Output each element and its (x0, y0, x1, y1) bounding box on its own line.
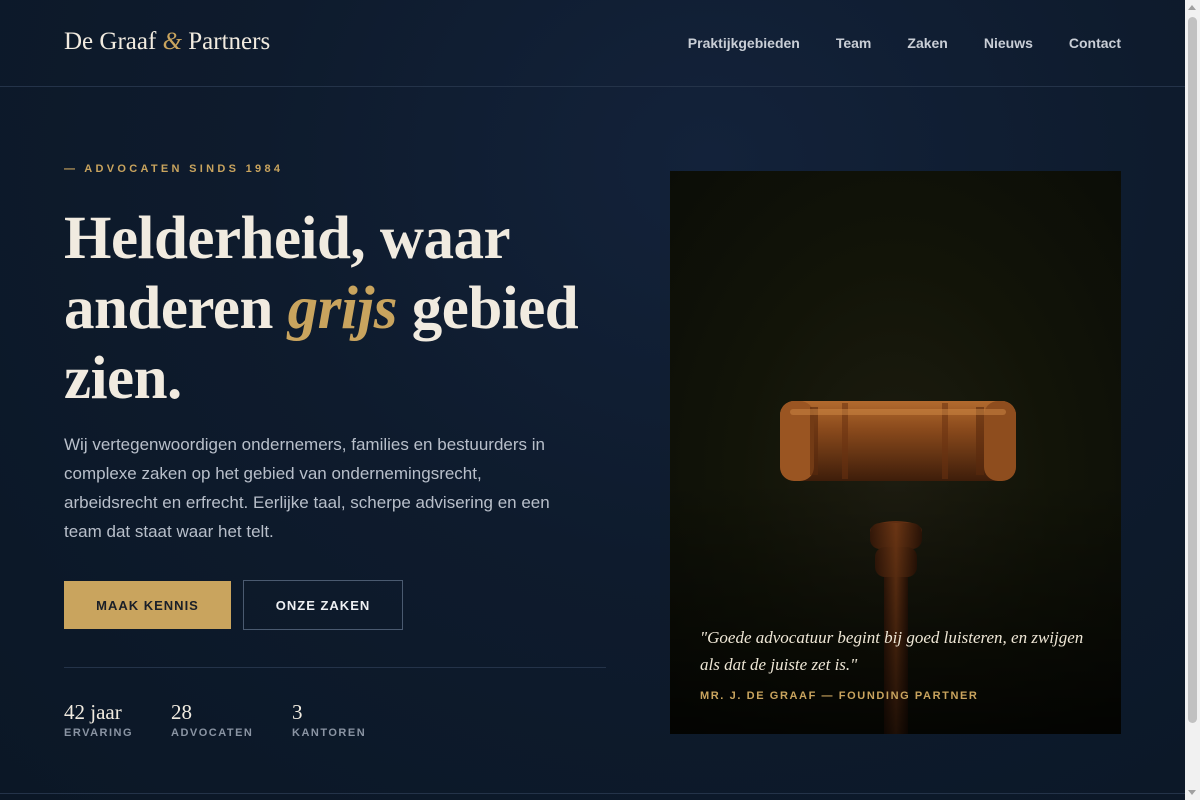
nav-contact[interactable]: Contact (1069, 35, 1121, 51)
logo-name-part1: De Graaf (64, 28, 163, 55)
stat-value: 42 jaar (64, 700, 122, 724)
nav-zaken[interactable]: Zaken (907, 35, 947, 51)
headline-line2-after: gebied (397, 275, 579, 342)
stat-value: 3 (292, 700, 303, 724)
vertical-scrollbar[interactable] (1185, 0, 1200, 800)
stat-ervaring: 42 jaar ERVARING (64, 700, 133, 739)
section-divider (0, 793, 1185, 794)
main-nav: Praktijkgebieden Team Zaken Nieuws Conta… (688, 35, 1121, 51)
scroll-down-icon[interactable] (1188, 790, 1196, 795)
nav-team[interactable]: Team (836, 35, 872, 51)
headline-line3: zien. (64, 345, 182, 412)
logo-ampersand: & (162, 28, 183, 55)
stat-kantoren: 3 KANTOREN (292, 700, 366, 739)
stat-label: ADVOCATEN (171, 727, 254, 739)
headline-line2-before: anderen (64, 275, 288, 342)
stats-divider (64, 667, 606, 668)
onze-zaken-button[interactable]: ONZE ZAKEN (243, 580, 403, 630)
stat-advocaten: 28 ADVOCATEN (171, 700, 253, 739)
logo[interactable]: De Graaf & Partners (64, 28, 270, 56)
stat-value: 28 (171, 700, 192, 724)
quote-author: MR. J. DE GRAAF — FOUNDING PARTNER (700, 690, 979, 702)
hero-lead: Wij vertegenwoordigen ondernemers, famil… (64, 435, 550, 541)
feature-quote: "Goede advocatuur begint bij goed luiste… (700, 628, 1084, 674)
headline-accent: grijs (287, 275, 398, 342)
nav-nieuws[interactable]: Nieuws (984, 35, 1033, 51)
nav-praktijkgebieden[interactable]: Praktijkgebieden (688, 35, 800, 51)
scroll-up-icon[interactable] (1188, 5, 1196, 10)
page: De Graaf & Partners Praktijkgebieden Tea… (0, 0, 1185, 800)
site-header: De Graaf & Partners Praktijkgebieden Tea… (0, 0, 1185, 87)
hero-headline: Helderheid, waar anderen grijs gebied zi… (64, 204, 624, 414)
stat-label: ERVARING (64, 727, 134, 739)
headline-line1: Helderheid, waar (64, 205, 511, 272)
hero-eyebrow: — ADVOCATEN SINDS 1984 (64, 163, 284, 175)
maak-kennis-button[interactable]: MAAK KENNIS (64, 581, 231, 629)
stat-label: KANTOREN (292, 727, 367, 739)
logo-name-part2: Partners (182, 28, 271, 55)
scrollbar-thumb[interactable] (1188, 17, 1197, 723)
